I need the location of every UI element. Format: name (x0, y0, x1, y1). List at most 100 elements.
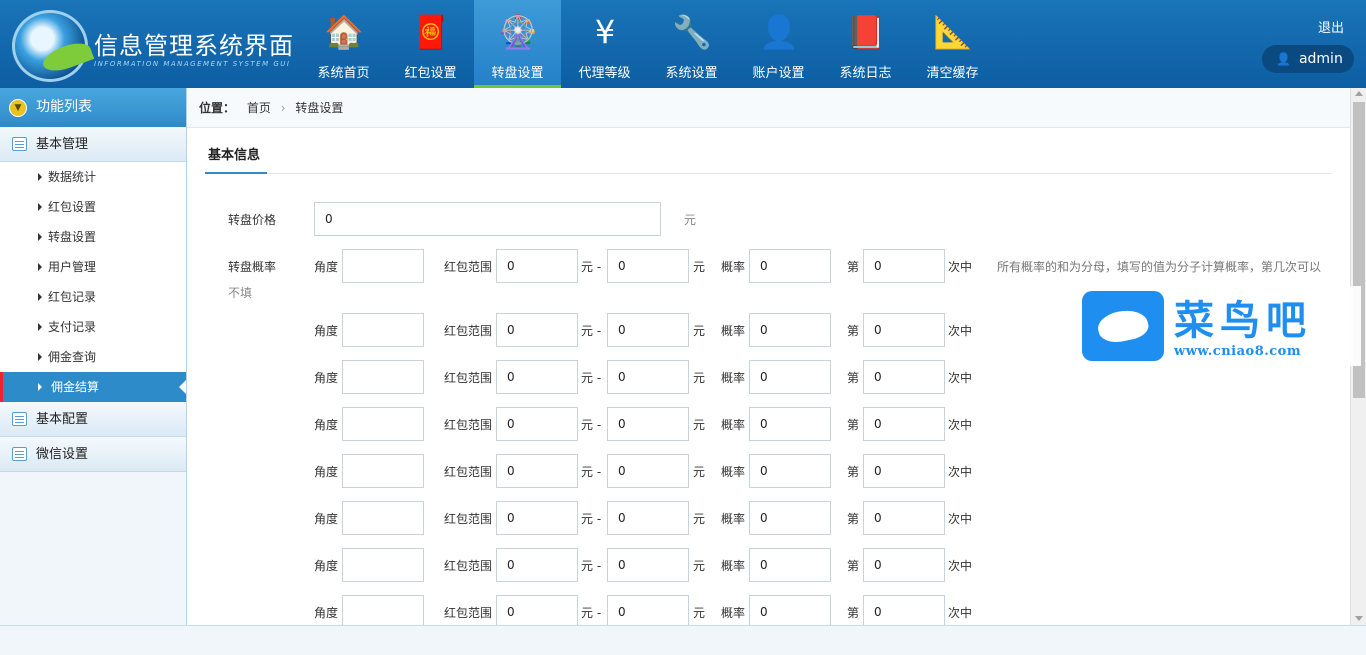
prob-input[interactable]: 0 (749, 548, 831, 582)
prob-input[interactable]: 0 (749, 501, 831, 535)
angle-input[interactable] (342, 501, 424, 535)
sidebar-item-0[interactable]: 数据统计 (0, 162, 186, 192)
range-min-input[interactable]: 0 (496, 548, 578, 582)
prob-label: 概率 (721, 371, 746, 385)
range-max-input[interactable]: 0 (607, 360, 689, 394)
range-max-input[interactable]: 0 (607, 501, 689, 535)
nth-input[interactable]: 0 (863, 501, 945, 535)
sidebar-group-label: 基本配置 (36, 412, 89, 427)
nav-item-1[interactable]: 🧧 红包设置 (387, 0, 474, 88)
globe-logo-icon (12, 10, 88, 82)
yuan-dash-label: 元 - (581, 606, 602, 620)
nav-item-4[interactable]: 🔧 系统设置 (648, 0, 735, 88)
footer (0, 625, 1366, 655)
range-max-input[interactable]: 0 (607, 249, 689, 283)
range-max-input[interactable]: 0 (607, 313, 689, 347)
range-max-input[interactable]: 0 (607, 454, 689, 488)
nav-item-5[interactable]: 👤 账户设置 (735, 0, 822, 88)
range-min-input[interactable]: 0 (496, 595, 578, 625)
range-max-input[interactable]: 0 (607, 595, 689, 625)
nav-item-0[interactable]: 🏠 系统首页 (300, 0, 387, 88)
sidebar-group-0[interactable]: 基本管理 (0, 127, 186, 162)
sidebar-group-1[interactable]: 基本配置 (0, 402, 186, 437)
sidebar-item-6[interactable]: 佣金查询 (0, 342, 186, 372)
user-icon: 👤 (759, 13, 799, 51)
nav-item-3[interactable]: ¥ 代理等级 (561, 0, 648, 88)
breadcrumb-prefix: 位置： (199, 101, 236, 115)
prob-input[interactable]: 0 (749, 313, 831, 347)
angle-label: 角度 (314, 465, 339, 479)
sidebar-group-label: 微信设置 (36, 447, 89, 462)
hit-label: 次中 (948, 512, 973, 526)
range-min-input[interactable]: 0 (496, 360, 578, 394)
nav-label: 账户设置 (752, 66, 805, 81)
watermark: 菜鸟吧 www.cniao8.com (1076, 286, 1361, 366)
user-menu[interactable]: 👤 admin (1262, 45, 1354, 73)
angle-input[interactable] (342, 249, 424, 283)
angle-label: 角度 (314, 260, 339, 274)
nth-input[interactable]: 0 (863, 595, 945, 625)
tab-basic-info[interactable]: 基本信息 (205, 144, 267, 174)
yuan-label: 元 (693, 559, 706, 573)
sidebar-group-2[interactable]: 微信设置 (0, 437, 186, 472)
range-min-input[interactable]: 0 (496, 454, 578, 488)
clear-cache-icon: 📐 (933, 13, 973, 51)
logout-link[interactable]: 退出 (1318, 17, 1344, 36)
sidebar-item-2[interactable]: 转盘设置 (0, 222, 186, 252)
prob-label: 概率 (721, 324, 746, 338)
hit-label: 次中 (948, 371, 973, 385)
sidebar-item-7[interactable]: 佣金结算 (0, 372, 186, 402)
nth-input[interactable]: 0 (863, 360, 945, 394)
range-min-input[interactable]: 0 (496, 249, 578, 283)
sidebar-item-3[interactable]: 用户管理 (0, 252, 186, 282)
angle-input[interactable] (342, 407, 424, 441)
prob-input[interactable]: 0 (749, 595, 831, 625)
prob-input[interactable]: 0 (749, 407, 831, 441)
nth-input[interactable]: 0 (863, 313, 945, 347)
sidebar-item-5[interactable]: 支付记录 (0, 312, 186, 342)
prob-input[interactable]: 0 (749, 360, 831, 394)
sidebar-item-1[interactable]: 红包设置 (0, 192, 186, 222)
angle-input[interactable] (342, 595, 424, 625)
yuan-label: 元 (693, 260, 706, 274)
nth-input[interactable]: 0 (863, 407, 945, 441)
angle-input[interactable] (342, 454, 424, 488)
nav-item-6[interactable]: 📕 系统日志 (822, 0, 909, 88)
yuan-dash-label: 元 - (581, 260, 602, 274)
book-icon: 📕 (846, 13, 886, 51)
prob-input[interactable]: 0 (749, 249, 831, 283)
range-max-input[interactable]: 0 (607, 407, 689, 441)
nav-item-2[interactable]: 🎡 转盘设置 (474, 0, 561, 88)
breadcrumb-current: 转盘设置 (295, 101, 344, 115)
nth-input[interactable]: 0 (863, 548, 945, 582)
angle-input[interactable] (342, 313, 424, 347)
prob-label: 概率 (721, 418, 746, 432)
scroll-down-icon[interactable] (1355, 616, 1363, 621)
range-label: 红包范围 (444, 371, 493, 385)
nth-input[interactable]: 0 (863, 454, 945, 488)
price-unit: 元 (684, 213, 697, 227)
breadcrumb: 位置： 首页 › 转盘设置 (187, 88, 1350, 128)
range-min-input[interactable]: 0 (496, 313, 578, 347)
angle-input[interactable] (342, 360, 424, 394)
sidebar-item-4[interactable]: 红包记录 (0, 282, 186, 312)
prob-input[interactable]: 0 (749, 454, 831, 488)
range-max-input[interactable]: 0 (607, 548, 689, 582)
nth-input[interactable]: 0 (863, 249, 945, 283)
range-min-input[interactable]: 0 (496, 407, 578, 441)
prob-label: 概率 (721, 465, 746, 479)
angle-label: 角度 (314, 324, 339, 338)
scroll-up-icon[interactable] (1355, 91, 1363, 96)
nav-label: 清空缓存 (926, 66, 979, 81)
bird-logo-icon (1082, 291, 1164, 361)
range-min-input[interactable]: 0 (496, 501, 578, 535)
angle-label: 角度 (314, 418, 339, 432)
angle-input[interactable] (342, 548, 424, 582)
sidebar-head[interactable]: ▼ 功能列表 (0, 88, 186, 127)
nav-label: 转盘设置 (491, 66, 544, 81)
yuan-dash-label: 元 - (581, 512, 602, 526)
nth-label: 第 (847, 465, 860, 479)
breadcrumb-home[interactable]: 首页 (247, 101, 271, 115)
price-input[interactable]: 0 (314, 202, 661, 236)
nav-item-7[interactable]: 📐 清空缓存 (909, 0, 996, 88)
